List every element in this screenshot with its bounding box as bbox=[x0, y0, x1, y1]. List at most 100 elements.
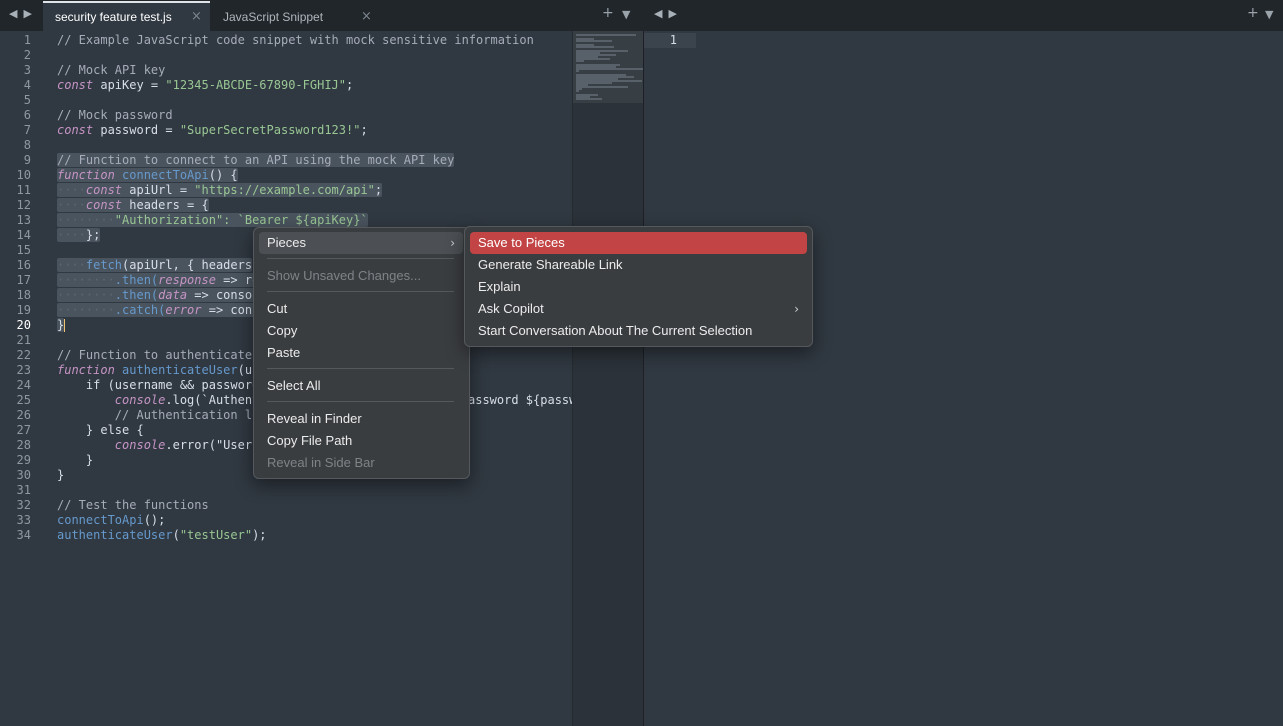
line-number: 16 bbox=[16, 258, 31, 272]
line-number: 8 bbox=[23, 138, 31, 152]
tab-label: JavaScript Snippet bbox=[223, 10, 324, 24]
line-number: 13 bbox=[16, 213, 31, 227]
tab-javascript-snippet[interactable]: JavaScript Snippet × bbox=[211, 3, 381, 31]
menu-item-copy[interactable]: Copy bbox=[259, 320, 463, 342]
minimap-row bbox=[576, 46, 614, 48]
nav-back-icon[interactable]: ◀ bbox=[9, 7, 23, 20]
add-tab-icon[interactable]: + bbox=[602, 5, 614, 21]
menu-item-show-unsaved-changes[interactable]: Show Unsaved Changes... bbox=[259, 265, 463, 287]
code-line: const apiKey = "12345-ABCDE-67890-FGHIJ"… bbox=[57, 78, 354, 92]
menu-item-select-all[interactable]: Select All bbox=[259, 375, 463, 397]
minimap-row bbox=[576, 40, 612, 42]
line-number: 29 bbox=[16, 453, 31, 467]
line-number: 5 bbox=[23, 93, 31, 107]
line-number: 14 bbox=[16, 228, 31, 242]
code-line: ····const headers = { bbox=[57, 198, 209, 212]
code-line: ········.catch(error => cons bbox=[57, 303, 260, 317]
line-number: 22 bbox=[16, 348, 31, 362]
tab-label: security feature test.js bbox=[55, 10, 172, 24]
code-line: ····const apiUrl = "https://example.com/… bbox=[57, 183, 383, 197]
menu-separator bbox=[267, 291, 454, 292]
minimap-row bbox=[576, 86, 628, 88]
line-number: 1 bbox=[23, 33, 31, 47]
line-number: 34 bbox=[16, 528, 31, 542]
tab-security-feature-test[interactable]: security feature test.js × bbox=[43, 1, 210, 33]
line-number: 30 bbox=[16, 468, 31, 482]
code-line: console.log(`Authent bbox=[114, 393, 260, 407]
context-menu: Pieces › Show Unsaved Changes... Cut Copy… bbox=[253, 227, 470, 479]
minimap[interactable] bbox=[572, 31, 645, 726]
code-line-tail: assword ${passw bbox=[468, 393, 577, 407]
code-line: // Mock password bbox=[57, 108, 173, 122]
line-number: 10 bbox=[16, 168, 31, 182]
menu-item-reveal-in-finder[interactable]: Reveal in Finder bbox=[259, 408, 463, 430]
code-line: console.error("Usern bbox=[114, 438, 260, 452]
code-line-current: } bbox=[57, 318, 66, 332]
line-number: 4 bbox=[23, 78, 31, 92]
code-line: connectToApi(); bbox=[57, 513, 166, 527]
tab-bar: ◀▶ security feature test.js × JavaScript… bbox=[0, 0, 1283, 33]
line-number: 28 bbox=[16, 438, 31, 452]
chevron-right-icon: › bbox=[794, 302, 799, 316]
menu-separator bbox=[267, 368, 454, 369]
menu-item-generate-shareable-link[interactable]: Generate Shareable Link bbox=[470, 254, 807, 276]
code-line: ····fetch(apiUrl, { headers bbox=[57, 258, 253, 272]
line-number: 33 bbox=[16, 513, 31, 527]
code-line: function authenticateUser(us bbox=[57, 363, 260, 377]
text-cursor bbox=[64, 319, 66, 332]
code-line: // Authentication lo bbox=[57, 408, 260, 422]
line-number: 31 bbox=[16, 483, 31, 497]
line-number: 32 bbox=[16, 498, 31, 512]
code-line: ········.then(data => consol bbox=[57, 288, 260, 302]
close-icon[interactable]: × bbox=[361, 3, 372, 31]
line-number: 24 bbox=[16, 378, 31, 392]
code-line: } else { bbox=[57, 423, 144, 437]
code-line: ········"Authorization": `Bearer ${apiKe… bbox=[57, 213, 368, 227]
code-line: authenticateUser("testUser"); bbox=[57, 528, 267, 542]
nav-forward-icon[interactable]: ▶ bbox=[23, 7, 37, 20]
menu-item-ask-copilot[interactable]: Ask Copilot › bbox=[470, 298, 807, 320]
menu-item-pieces[interactable]: Pieces › bbox=[259, 232, 463, 254]
menu-item-explain[interactable]: Explain bbox=[470, 276, 807, 298]
minimap-row bbox=[576, 90, 579, 92]
minimap-row bbox=[576, 70, 579, 72]
code-line: } bbox=[57, 468, 65, 482]
code-line: const password = "SuperSecretPassword123… bbox=[57, 123, 368, 137]
menu-item-save-to-pieces[interactable]: Save to Pieces bbox=[470, 232, 807, 254]
close-icon[interactable]: × bbox=[191, 3, 202, 31]
line-number: 18 bbox=[16, 288, 31, 302]
tab-nav-arrows[interactable]: ◀▶ bbox=[9, 7, 38, 20]
menu-item-start-conversation[interactable]: Start Conversation About The Current Sel… bbox=[470, 320, 807, 342]
line-number: 11 bbox=[16, 183, 31, 197]
code-line: function connectToApi() { bbox=[57, 168, 238, 182]
code-line: // Mock API key bbox=[57, 63, 166, 77]
minimap-row bbox=[576, 68, 644, 70]
pieces-submenu: Save to Pieces Generate Shareable Link E… bbox=[464, 226, 813, 347]
line-number: 17 bbox=[16, 273, 31, 287]
menu-item-paste[interactable]: Paste bbox=[259, 342, 463, 364]
minimap-row bbox=[576, 34, 636, 36]
tab-dropdown-icon[interactable]: ▼ bbox=[1265, 8, 1273, 21]
code-line: // Function to connect to an API using t… bbox=[57, 153, 455, 167]
line-number: 25 bbox=[16, 393, 31, 407]
line-number: 27 bbox=[16, 423, 31, 437]
minimap-row bbox=[576, 98, 602, 100]
line-number: 3 bbox=[23, 63, 31, 77]
tab-dropdown-icon[interactable]: ▼ bbox=[622, 8, 630, 21]
minimap-row bbox=[576, 60, 584, 62]
line-number: 15 bbox=[16, 243, 31, 257]
line-number: 9 bbox=[23, 153, 31, 167]
second-editor-pane[interactable]: 1 bbox=[644, 31, 1283, 726]
pane2-nav-arrows[interactable]: ◀▶ bbox=[654, 7, 683, 20]
menu-item-copy-file-path[interactable]: Copy File Path bbox=[259, 430, 463, 452]
menu-separator bbox=[267, 258, 454, 259]
nav-back-icon[interactable]: ◀ bbox=[654, 7, 668, 20]
chevron-right-icon: › bbox=[450, 236, 455, 250]
add-tab-icon[interactable]: + bbox=[1247, 5, 1259, 21]
line-number: 12 bbox=[16, 198, 31, 212]
line-number: 23 bbox=[16, 363, 31, 377]
menu-item-reveal-in-side-bar[interactable]: Reveal in Side Bar bbox=[259, 452, 463, 474]
code-line: ····}; bbox=[57, 228, 101, 242]
nav-forward-icon[interactable]: ▶ bbox=[668, 7, 682, 20]
menu-item-cut[interactable]: Cut bbox=[259, 298, 463, 320]
